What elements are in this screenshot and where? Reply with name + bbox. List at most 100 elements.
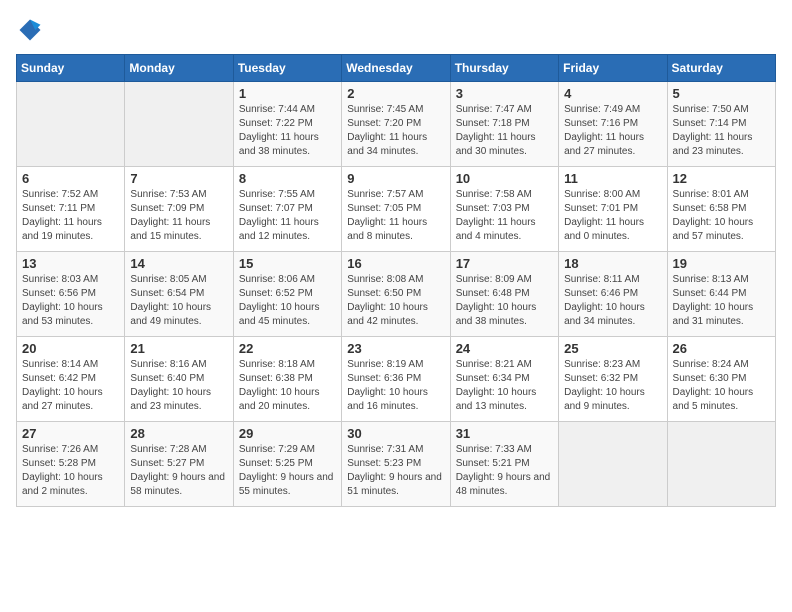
day-info: Sunrise: 8:05 AMSunset: 6:54 PMDaylight:… [130, 273, 227, 329]
calendar-day-cell: 20 Sunrise: 8:14 AMSunset: 6:42 PMDaylig… [17, 337, 125, 422]
logo-icon [16, 16, 44, 44]
day-info: Sunrise: 8:18 AMSunset: 6:38 PMDaylight:… [239, 358, 336, 414]
calendar-day-cell: 21 Sunrise: 8:16 AMSunset: 6:40 PMDaylig… [125, 337, 233, 422]
day-info: Sunrise: 7:31 AMSunset: 5:23 PMDaylight:… [347, 443, 444, 499]
day-info: Sunrise: 8:23 AMSunset: 6:32 PMDaylight:… [564, 358, 661, 414]
day-number: 19 [673, 256, 770, 271]
weekday-header: Tuesday [233, 55, 341, 82]
calendar-day-cell: 27 Sunrise: 7:26 AMSunset: 5:28 PMDaylig… [17, 422, 125, 507]
calendar-week-row: 20 Sunrise: 8:14 AMSunset: 6:42 PMDaylig… [17, 337, 776, 422]
calendar-day-cell: 13 Sunrise: 8:03 AMSunset: 6:56 PMDaylig… [17, 252, 125, 337]
calendar-day-cell: 6 Sunrise: 7:52 AMSunset: 7:11 PMDayligh… [17, 167, 125, 252]
day-info: Sunrise: 8:19 AMSunset: 6:36 PMDaylight:… [347, 358, 444, 414]
day-number: 11 [564, 171, 661, 186]
day-info: Sunrise: 7:28 AMSunset: 5:27 PMDaylight:… [130, 443, 227, 499]
day-info: Sunrise: 8:13 AMSunset: 6:44 PMDaylight:… [673, 273, 770, 329]
day-number: 7 [130, 171, 227, 186]
calendar-day-cell: 26 Sunrise: 8:24 AMSunset: 6:30 PMDaylig… [667, 337, 775, 422]
day-number: 18 [564, 256, 661, 271]
calendar-day-cell: 19 Sunrise: 8:13 AMSunset: 6:44 PMDaylig… [667, 252, 775, 337]
calendar-day-cell: 2 Sunrise: 7:45 AMSunset: 7:20 PMDayligh… [342, 82, 450, 167]
day-number: 12 [673, 171, 770, 186]
day-number: 31 [456, 426, 553, 441]
calendar-day-cell: 24 Sunrise: 8:21 AMSunset: 6:34 PMDaylig… [450, 337, 558, 422]
day-number: 8 [239, 171, 336, 186]
weekday-header-row: SundayMondayTuesdayWednesdayThursdayFrid… [17, 55, 776, 82]
logo [16, 16, 48, 44]
calendar-day-cell: 14 Sunrise: 8:05 AMSunset: 6:54 PMDaylig… [125, 252, 233, 337]
day-number: 2 [347, 86, 444, 101]
day-info: Sunrise: 7:26 AMSunset: 5:28 PMDaylight:… [22, 443, 119, 499]
day-info: Sunrise: 7:47 AMSunset: 7:18 PMDaylight:… [456, 103, 553, 159]
day-info: Sunrise: 7:33 AMSunset: 5:21 PMDaylight:… [456, 443, 553, 499]
day-info: Sunrise: 7:44 AMSunset: 7:22 PMDaylight:… [239, 103, 336, 159]
calendar-day-cell: 16 Sunrise: 8:08 AMSunset: 6:50 PMDaylig… [342, 252, 450, 337]
day-number: 22 [239, 341, 336, 356]
calendar-day-cell [17, 82, 125, 167]
day-info: Sunrise: 8:14 AMSunset: 6:42 PMDaylight:… [22, 358, 119, 414]
weekday-header: Saturday [667, 55, 775, 82]
calendar-week-row: 13 Sunrise: 8:03 AMSunset: 6:56 PMDaylig… [17, 252, 776, 337]
day-info: Sunrise: 8:16 AMSunset: 6:40 PMDaylight:… [130, 358, 227, 414]
calendar-day-cell: 18 Sunrise: 8:11 AMSunset: 6:46 PMDaylig… [559, 252, 667, 337]
calendar-day-cell: 12 Sunrise: 8:01 AMSunset: 6:58 PMDaylig… [667, 167, 775, 252]
day-number: 21 [130, 341, 227, 356]
calendar-day-cell: 30 Sunrise: 7:31 AMSunset: 5:23 PMDaylig… [342, 422, 450, 507]
weekday-header: Monday [125, 55, 233, 82]
day-number: 9 [347, 171, 444, 186]
calendar-day-cell: 31 Sunrise: 7:33 AMSunset: 5:21 PMDaylig… [450, 422, 558, 507]
calendar-day-cell [125, 82, 233, 167]
calendar-day-cell: 4 Sunrise: 7:49 AMSunset: 7:16 PMDayligh… [559, 82, 667, 167]
calendar-day-cell: 7 Sunrise: 7:53 AMSunset: 7:09 PMDayligh… [125, 167, 233, 252]
calendar-day-cell: 5 Sunrise: 7:50 AMSunset: 7:14 PMDayligh… [667, 82, 775, 167]
day-info: Sunrise: 7:58 AMSunset: 7:03 PMDaylight:… [456, 188, 553, 244]
calendar-week-row: 1 Sunrise: 7:44 AMSunset: 7:22 PMDayligh… [17, 82, 776, 167]
day-number: 14 [130, 256, 227, 271]
day-info: Sunrise: 7:55 AMSunset: 7:07 PMDaylight:… [239, 188, 336, 244]
day-info: Sunrise: 8:21 AMSunset: 6:34 PMDaylight:… [456, 358, 553, 414]
calendar-day-cell: 25 Sunrise: 8:23 AMSunset: 6:32 PMDaylig… [559, 337, 667, 422]
weekday-header: Thursday [450, 55, 558, 82]
day-info: Sunrise: 8:11 AMSunset: 6:46 PMDaylight:… [564, 273, 661, 329]
day-info: Sunrise: 7:45 AMSunset: 7:20 PMDaylight:… [347, 103, 444, 159]
day-info: Sunrise: 8:09 AMSunset: 6:48 PMDaylight:… [456, 273, 553, 329]
day-number: 13 [22, 256, 119, 271]
day-info: Sunrise: 7:50 AMSunset: 7:14 PMDaylight:… [673, 103, 770, 159]
day-number: 1 [239, 86, 336, 101]
day-number: 30 [347, 426, 444, 441]
day-number: 15 [239, 256, 336, 271]
calendar-table: SundayMondayTuesdayWednesdayThursdayFrid… [16, 54, 776, 507]
day-number: 25 [564, 341, 661, 356]
day-number: 26 [673, 341, 770, 356]
calendar-week-row: 6 Sunrise: 7:52 AMSunset: 7:11 PMDayligh… [17, 167, 776, 252]
day-number: 29 [239, 426, 336, 441]
day-info: Sunrise: 7:57 AMSunset: 7:05 PMDaylight:… [347, 188, 444, 244]
calendar-day-cell: 3 Sunrise: 7:47 AMSunset: 7:18 PMDayligh… [450, 82, 558, 167]
day-info: Sunrise: 8:03 AMSunset: 6:56 PMDaylight:… [22, 273, 119, 329]
day-info: Sunrise: 8:00 AMSunset: 7:01 PMDaylight:… [564, 188, 661, 244]
calendar-day-cell: 10 Sunrise: 7:58 AMSunset: 7:03 PMDaylig… [450, 167, 558, 252]
day-number: 20 [22, 341, 119, 356]
calendar-day-cell: 17 Sunrise: 8:09 AMSunset: 6:48 PMDaylig… [450, 252, 558, 337]
calendar-day-cell: 8 Sunrise: 7:55 AMSunset: 7:07 PMDayligh… [233, 167, 341, 252]
weekday-header: Wednesday [342, 55, 450, 82]
day-number: 17 [456, 256, 553, 271]
calendar-day-cell [559, 422, 667, 507]
day-info: Sunrise: 7:49 AMSunset: 7:16 PMDaylight:… [564, 103, 661, 159]
day-number: 3 [456, 86, 553, 101]
day-number: 28 [130, 426, 227, 441]
calendar-day-cell [667, 422, 775, 507]
calendar-day-cell: 28 Sunrise: 7:28 AMSunset: 5:27 PMDaylig… [125, 422, 233, 507]
day-info: Sunrise: 8:06 AMSunset: 6:52 PMDaylight:… [239, 273, 336, 329]
calendar-day-cell: 22 Sunrise: 8:18 AMSunset: 6:38 PMDaylig… [233, 337, 341, 422]
weekday-header: Friday [559, 55, 667, 82]
day-info: Sunrise: 8:08 AMSunset: 6:50 PMDaylight:… [347, 273, 444, 329]
page-header [16, 16, 776, 44]
day-number: 23 [347, 341, 444, 356]
calendar-day-cell: 15 Sunrise: 8:06 AMSunset: 6:52 PMDaylig… [233, 252, 341, 337]
day-info: Sunrise: 7:53 AMSunset: 7:09 PMDaylight:… [130, 188, 227, 244]
calendar-day-cell: 11 Sunrise: 8:00 AMSunset: 7:01 PMDaylig… [559, 167, 667, 252]
day-info: Sunrise: 7:29 AMSunset: 5:25 PMDaylight:… [239, 443, 336, 499]
calendar-day-cell: 1 Sunrise: 7:44 AMSunset: 7:22 PMDayligh… [233, 82, 341, 167]
calendar-day-cell: 23 Sunrise: 8:19 AMSunset: 6:36 PMDaylig… [342, 337, 450, 422]
